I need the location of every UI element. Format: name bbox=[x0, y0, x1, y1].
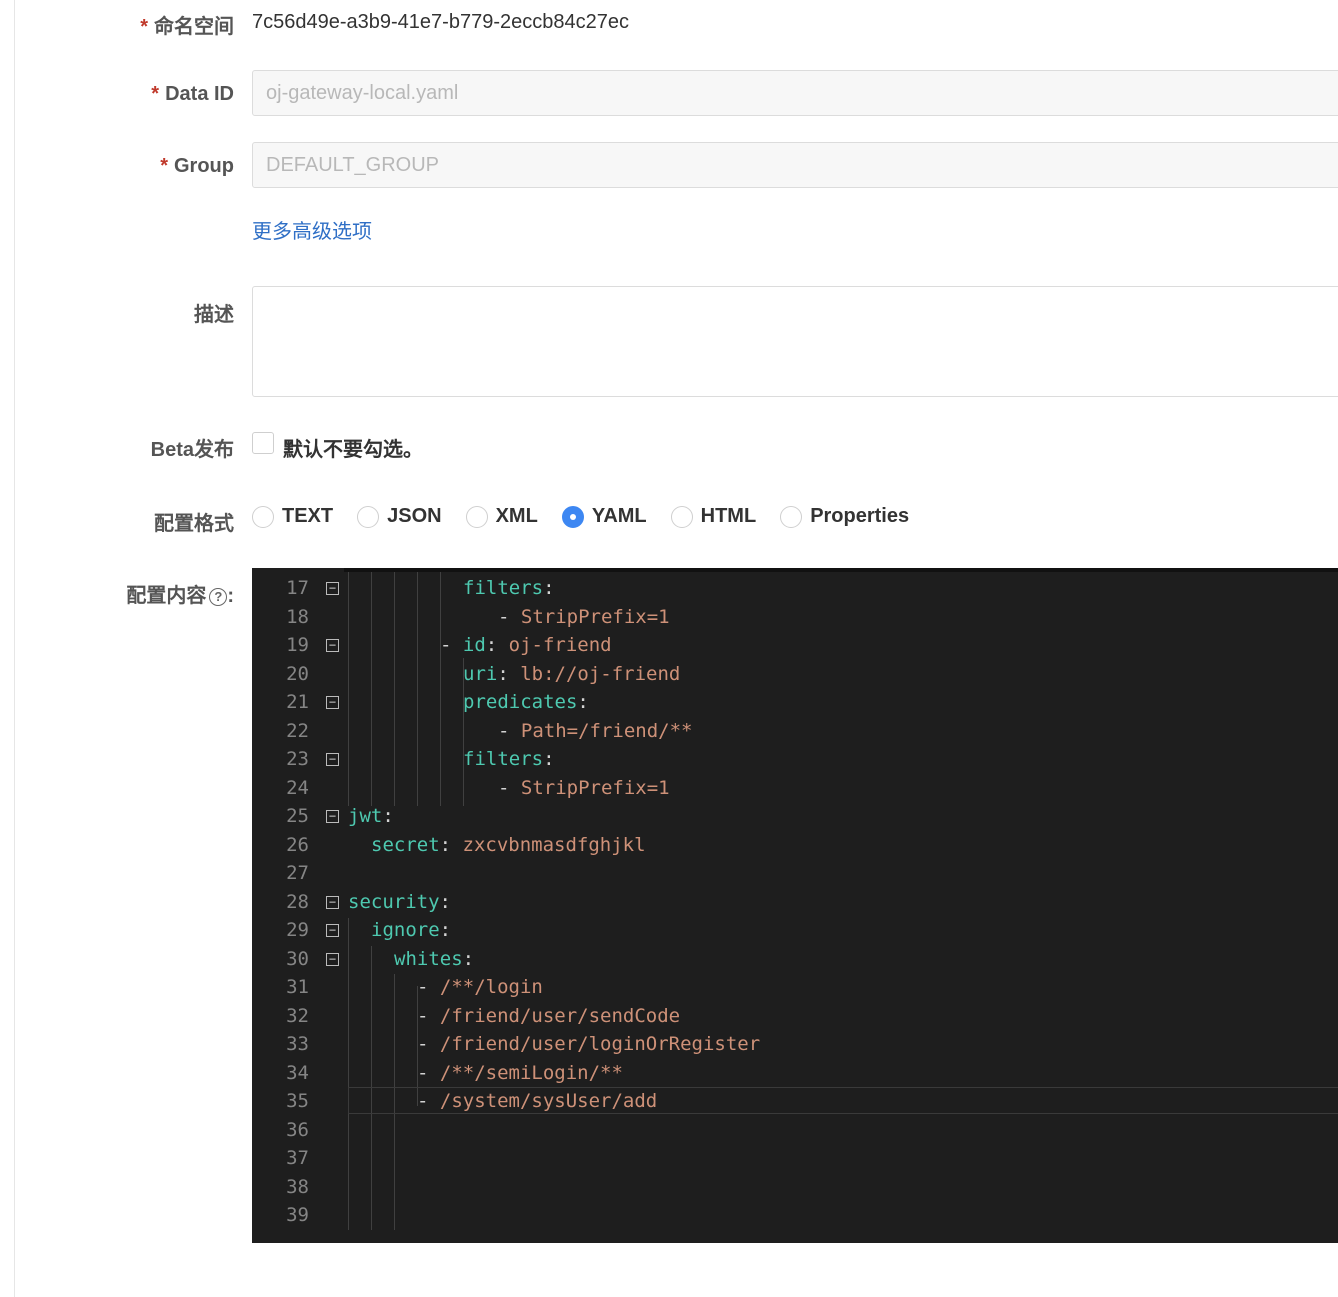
line-number: 18 bbox=[286, 606, 309, 628]
fold-collapse-icon[interactable]: − bbox=[326, 696, 339, 709]
group-label: * Group bbox=[160, 155, 234, 177]
code-line: 21 − predicates: bbox=[252, 688, 1338, 716]
line-number: 34 bbox=[286, 1062, 309, 1084]
code-line: 38 bbox=[252, 1173, 1338, 1201]
editor-top-edge bbox=[252, 568, 1338, 572]
code-line: 30 − whites: bbox=[252, 945, 1338, 973]
beta-checkbox[interactable] bbox=[252, 432, 274, 454]
line-number: 37 bbox=[286, 1147, 309, 1169]
format-option-properties[interactable]: Properties bbox=[780, 505, 909, 528]
radio-circle-icon bbox=[780, 505, 803, 528]
line-number: 28 bbox=[286, 891, 309, 913]
question-circle-icon[interactable]: ? bbox=[209, 587, 228, 606]
description-row: 描述 bbox=[0, 286, 1338, 397]
code-line: 26 secret: zxcvbnmasdfghjkl bbox=[252, 831, 1338, 859]
line-number: 23 bbox=[286, 748, 309, 770]
description-textarea[interactable] bbox=[252, 286, 1338, 397]
format-option-xml[interactable]: XML bbox=[465, 505, 538, 528]
format-radio-group: TEXT JSON XML YAML HTML Properties bbox=[252, 505, 933, 528]
advanced-options-link[interactable]: 更多高级选项 bbox=[252, 215, 372, 244]
line-number: 26 bbox=[286, 834, 309, 856]
beta-checkbox-text: 默认不要勾选。 bbox=[283, 439, 423, 461]
code-line: 19 − - id: oj-friend bbox=[252, 631, 1338, 659]
data-id-row: * Data ID oj-gateway-local.yaml bbox=[0, 70, 1338, 118]
fold-collapse-icon[interactable]: − bbox=[326, 924, 339, 937]
line-number: 30 bbox=[286, 948, 309, 970]
code-line: 31 - /**/login bbox=[252, 973, 1338, 1001]
code-line: 32 - /friend/user/sendCode bbox=[252, 1002, 1338, 1030]
code-line: 29 − ignore: bbox=[252, 916, 1338, 944]
line-number: 21 bbox=[286, 691, 309, 713]
code-line: 35 - /system/sysUser/add bbox=[252, 1087, 1338, 1115]
radio-circle-icon bbox=[465, 505, 488, 528]
line-number: 27 bbox=[286, 862, 309, 884]
code-line: 17 − filters: bbox=[252, 574, 1338, 602]
fold-collapse-icon[interactable]: − bbox=[326, 896, 339, 909]
line-number: 29 bbox=[286, 919, 309, 941]
code-line: 28 − security: bbox=[252, 888, 1338, 916]
line-number: 20 bbox=[286, 663, 309, 685]
beta-label: Beta发布 bbox=[150, 439, 234, 461]
fold-collapse-icon[interactable]: − bbox=[326, 953, 339, 966]
radio-circle-icon bbox=[670, 505, 693, 528]
format-option-yaml[interactable]: YAML bbox=[561, 505, 647, 528]
format-option-html[interactable]: HTML bbox=[670, 505, 756, 528]
code-line: 20 uri: lb://oj-friend bbox=[252, 660, 1338, 688]
radio-selected-icon bbox=[561, 505, 584, 528]
format-option-json[interactable]: JSON bbox=[357, 505, 442, 528]
fold-collapse-icon[interactable]: − bbox=[326, 582, 339, 595]
content-label: 配置内容?: bbox=[126, 585, 234, 607]
data-id-input[interactable]: oj-gateway-local.yaml bbox=[252, 70, 1338, 116]
namespace-row: * 命名空间 7c56d49e-a3b9-41e7-b779-2eccb84c27… bbox=[0, 8, 1338, 38]
line-number: 22 bbox=[286, 720, 309, 742]
code-line: 34 - /**/semiLogin/** bbox=[252, 1059, 1338, 1087]
code-line: 27 bbox=[252, 859, 1338, 887]
namespace-label: * 命名空间 bbox=[140, 16, 234, 38]
code-line: 33 - /friend/user/loginOrRegister bbox=[252, 1030, 1338, 1058]
format-label: 配置格式 bbox=[154, 513, 234, 535]
radio-circle-icon bbox=[252, 505, 274, 528]
line-number: 19 bbox=[286, 634, 309, 656]
format-row: 配置格式 TEXT JSON XML YAML HTML Properties bbox=[0, 503, 1338, 535]
code-line: 23 − filters: bbox=[252, 745, 1338, 773]
code-line: 39 bbox=[252, 1201, 1338, 1229]
group-input[interactable]: DEFAULT_GROUP bbox=[252, 142, 1338, 188]
line-number: 32 bbox=[286, 1005, 309, 1027]
line-number: 35 bbox=[286, 1090, 309, 1112]
line-number: 17 bbox=[286, 577, 309, 599]
format-option-text[interactable]: TEXT bbox=[252, 505, 333, 528]
left-divider bbox=[14, 0, 15, 1297]
namespace-value: 7c56d49e-a3b9-41e7-b779-2eccb84c27ec bbox=[252, 11, 629, 33]
line-number: 25 bbox=[286, 805, 309, 827]
fold-collapse-icon[interactable]: − bbox=[326, 753, 339, 766]
data-id-label: * Data ID bbox=[151, 83, 234, 105]
code-line: 25 − jwt: bbox=[252, 802, 1338, 830]
line-number: 31 bbox=[286, 976, 309, 998]
code-editor[interactable]: 17 − filters: 18 - StripPrefix=1 19 − - … bbox=[252, 568, 1338, 1243]
code-line: 37 bbox=[252, 1144, 1338, 1172]
code-line: 18 - StripPrefix=1 bbox=[252, 603, 1338, 631]
fold-collapse-icon[interactable]: − bbox=[326, 639, 339, 652]
code-line: 22 - Path=/friend/** bbox=[252, 717, 1338, 745]
group-row: * Group DEFAULT_GROUP bbox=[0, 142, 1338, 190]
line-number: 39 bbox=[286, 1204, 309, 1226]
line-number: 33 bbox=[286, 1033, 309, 1055]
line-number: 24 bbox=[286, 777, 309, 799]
description-label: 描述 bbox=[194, 304, 234, 326]
code-line: 36 bbox=[252, 1116, 1338, 1144]
line-number: 38 bbox=[286, 1176, 309, 1198]
radio-circle-icon bbox=[357, 505, 380, 528]
beta-row: Beta发布 默认不要勾选。 bbox=[0, 430, 1338, 461]
fold-collapse-icon[interactable]: − bbox=[326, 810, 339, 823]
code-line: 24 - StripPrefix=1 bbox=[252, 774, 1338, 802]
line-number: 36 bbox=[286, 1119, 309, 1141]
